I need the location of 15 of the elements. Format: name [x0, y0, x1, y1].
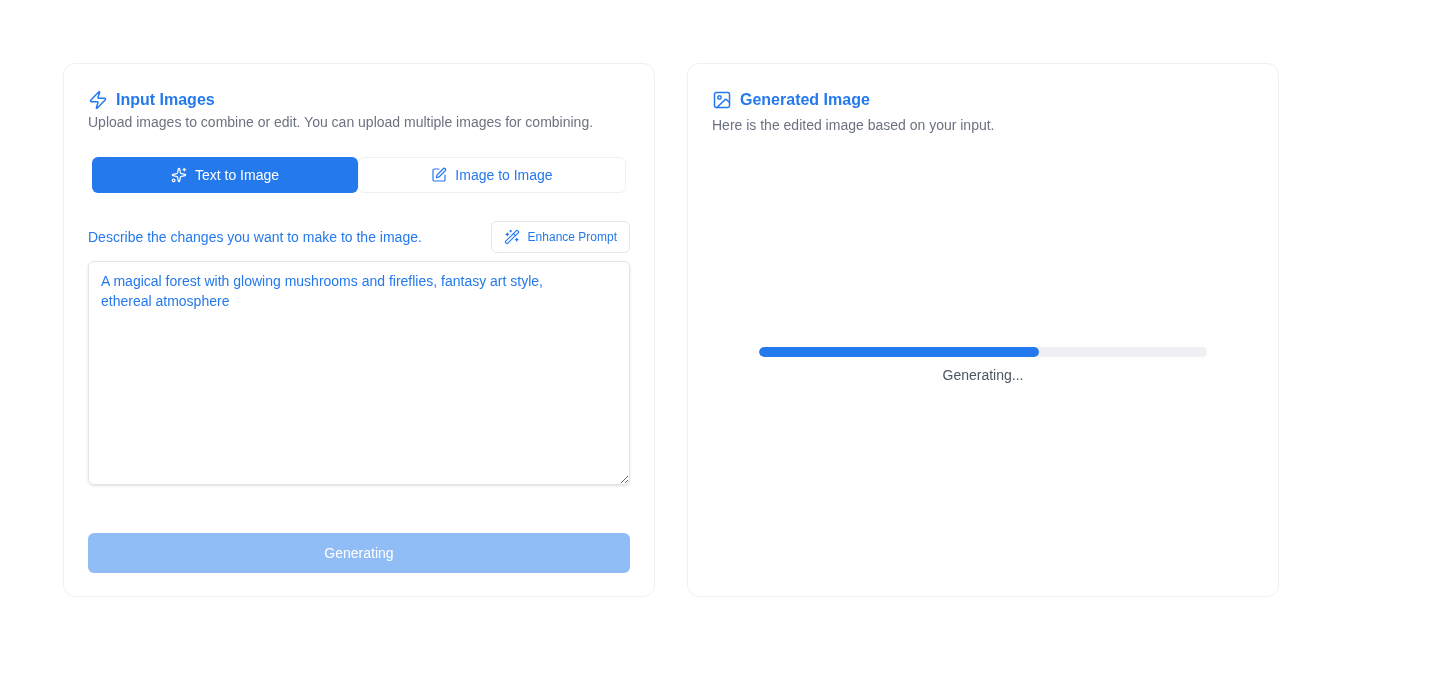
pencil-square-icon	[431, 167, 448, 183]
enhance-prompt-button[interactable]: Enhance Prompt	[490, 221, 630, 253]
sparkles-icon	[170, 167, 187, 183]
panel-description: Upload images to combine or edit. You can upload multiple images for combining.	[88, 113, 595, 132]
image-icon	[712, 90, 732, 110]
mode-tab[interactable]: Text to Image	[92, 157, 358, 193]
progress-status: Generating...	[942, 366, 1024, 385]
prompt-label: Describe the changes you want to make to the image.	[88, 227, 422, 247]
panel-title: Input Images	[116, 90, 215, 110]
magic-wand-icon	[503, 229, 520, 245]
panel-title: Generated Image	[740, 90, 870, 110]
lightning-icon	[88, 90, 108, 110]
prompt-field[interactable]: A magical forest with glowing mushrooms and fireflies, fantasy art style, ethereal atmosphere	[88, 261, 630, 485]
mode-tab[interactable]: Image to Image	[358, 157, 626, 193]
panel-description: Here is the edited image based on your input.	[712, 116, 996, 135]
